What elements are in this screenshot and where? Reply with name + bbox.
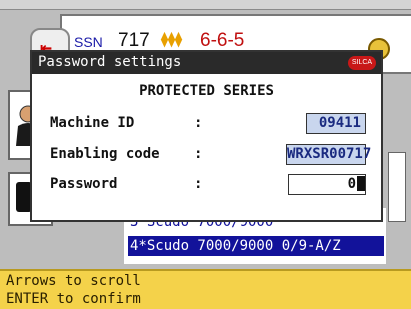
enabling-code-colon: : <box>194 146 203 162</box>
password-value: 0 <box>347 176 356 192</box>
machine-id-colon: : <box>194 115 203 131</box>
enabling-code-field: WRXSR00717 <box>286 144 371 165</box>
right-panel-edge <box>388 152 406 222</box>
machine-id-field: 09411 <box>306 113 366 134</box>
top-bar <box>0 0 411 10</box>
ssn-label: SSN <box>74 34 103 50</box>
password-settings-dialog <box>30 50 383 222</box>
list-item-selected[interactable]: 4*Scudo 7000/9000 0/9-A/Z <box>128 236 384 256</box>
enabling-code-label: Enabling code <box>50 146 160 162</box>
dialog-heading: PROTECTED SERIES <box>139 83 274 99</box>
series-number: 717 <box>118 30 150 51</box>
key-cuts-icon: ⧫⧫⧫ <box>160 30 183 48</box>
status-hint-confirm: ENTER to confirm <box>6 291 141 307</box>
machine-id-label: Machine ID <box>50 115 135 131</box>
status-hint-scroll: Arrows to scroll <box>6 273 141 289</box>
password-label: Password <box>50 176 118 192</box>
password-input[interactable]: 0 <box>288 174 366 195</box>
brand-logo: SILCA <box>348 56 376 70</box>
dialog-title: Password settings <box>38 54 182 70</box>
password-colon: : <box>194 176 203 192</box>
text-cursor <box>357 176 365 191</box>
cuts-value: 6-6-5 <box>200 30 245 51</box>
